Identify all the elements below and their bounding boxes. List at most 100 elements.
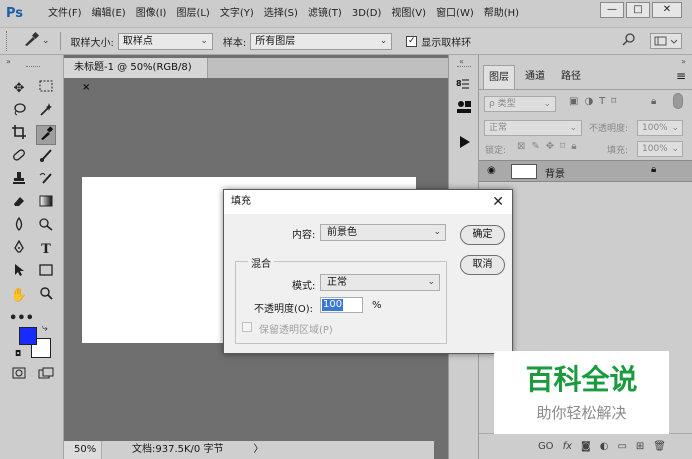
menu-edit[interactable]: 编辑(E) — [87, 0, 131, 27]
visibility-eye-icon[interactable]: ◉ — [487, 165, 496, 176]
dialog-close-icon[interactable]: ✕ — [492, 193, 504, 211]
history-panel-icon[interactable]: 8 — [456, 78, 472, 97]
filter-lock-icon[interactable]: 🔒︎ — [651, 96, 656, 107]
opacity-input[interactable]: 100 — [320, 297, 363, 313]
adjustment-layer-icon[interactable]: ◐ — [600, 441, 609, 452]
maximize-button[interactable]: □ — [626, 2, 650, 18]
menu-view[interactable]: 视图(V) — [386, 0, 431, 27]
pen-tool-icon[interactable] — [9, 239, 29, 260]
chevron-down-icon: ⌄ — [379, 35, 388, 46]
link-layers-icon[interactable]: GO — [538, 441, 554, 452]
history-brush-tool-icon[interactable] — [36, 171, 56, 191]
healing-brush-tool-icon[interactable] — [9, 148, 29, 168]
new-group-icon[interactable]: ▭ — [617, 441, 626, 452]
swap-colors-icon[interactable]: ⤷ — [42, 323, 48, 334]
blend-mode-select[interactable]: 正常 ⌄ — [484, 120, 582, 136]
foreground-color-swatch-top[interactable] — [19, 327, 37, 345]
quick-mask-icon[interactable] — [9, 366, 29, 386]
eyedropper-tool-icon[interactable] — [36, 125, 56, 145]
gradient-tool-icon[interactable] — [36, 194, 56, 214]
menu-help[interactable]: 帮助(H) — [479, 0, 524, 27]
search-icon[interactable] — [622, 32, 636, 50]
tools-panel: » ✥ T ✋ ••• ⤷ ◘ — [0, 55, 64, 459]
eyedropper-preset-icon[interactable] — [22, 31, 40, 51]
filter-toggle[interactable] — [673, 93, 683, 109]
cancel-button[interactable]: 取消 — [460, 255, 505, 275]
minimize-button[interactable]: — — [600, 2, 624, 18]
path-selection-tool-icon[interactable] — [9, 263, 29, 283]
screen-mode-icon[interactable] — [36, 366, 56, 386]
blend-group-label: 混合 — [248, 255, 274, 270]
mode-select[interactable]: 正常 ⌄ — [320, 274, 440, 291]
collapse-icon[interactable]: » — [6, 57, 11, 66]
collapse-icon[interactable]: » — [681, 57, 686, 66]
watermark-subtitle: 助你轻松解决 — [536, 404, 627, 422]
crop-tool-icon[interactable] — [9, 125, 29, 145]
content-select[interactable]: 前景色 ⌄ — [320, 224, 446, 241]
zoom-tool-icon[interactable] — [36, 286, 56, 306]
type-tool-icon[interactable]: T — [36, 240, 56, 260]
lock-icons[interactable]: ⊠✎✥⌑🔒︎ — [517, 141, 583, 152]
document-tab[interactable]: 未标题-1 @ 50%(RGB/8) × — [64, 58, 208, 93]
tab-channels[interactable]: 通道 — [519, 65, 551, 89]
filter-icons[interactable]: ▣◑T⌑ — [569, 96, 622, 107]
layer-row-background[interactable]: ◉ 背景 🔒︎ — [479, 160, 692, 182]
menu-file[interactable]: 文件(F) — [43, 0, 87, 27]
more-tools-icon[interactable]: ••• — [9, 309, 34, 329]
content-value: 前景色 — [327, 227, 357, 238]
blur-tool-icon[interactable] — [9, 216, 29, 237]
magic-wand-tool-icon[interactable] — [36, 102, 56, 122]
ok-button[interactable]: 确定 — [460, 225, 505, 245]
document-tab-bar — [208, 58, 448, 78]
collapse-icon[interactable]: « — [459, 57, 464, 66]
opacity-value: 100% — [642, 123, 668, 133]
workspace-switcher[interactable] — [650, 33, 682, 49]
dodge-tool-icon[interactable] — [36, 217, 56, 237]
chevron-down-icon: ⌄ — [427, 277, 435, 287]
menu-image[interactable]: 图像(I) — [131, 0, 172, 27]
menu-select[interactable]: 选择(S) — [259, 0, 303, 27]
fill-field[interactable]: 100% ⌄ — [637, 141, 683, 157]
document-tab-close-icon[interactable]: × — [82, 82, 90, 93]
hand-tool-icon[interactable]: ✋ — [9, 286, 29, 306]
properties-panel-icon[interactable] — [456, 99, 472, 118]
panel-menu-icon[interactable]: ≡ — [676, 69, 686, 83]
fx-icon[interactable]: fx — [563, 441, 572, 452]
tab-layers[interactable]: 图层 — [483, 65, 515, 89]
brush-tool-icon[interactable] — [36, 148, 56, 168]
menu-items: 文件(F) 编辑(E) 图像(I) 图层(L) 文字(Y) 选择(S) 滤镜(T… — [43, 0, 524, 27]
new-layer-icon[interactable]: ⊞ — [636, 441, 644, 452]
layer-name[interactable]: 背景 — [545, 165, 565, 180]
preserve-transparency-checkbox[interactable] — [242, 322, 252, 332]
mode-value: 正常 — [327, 277, 347, 288]
opacity-field[interactable]: 100% ⌄ — [637, 120, 683, 136]
add-mask-icon[interactable]: ◙ — [581, 441, 591, 452]
eraser-tool-icon[interactable] — [9, 194, 29, 214]
rectangle-tool-icon[interactable] — [36, 263, 56, 283]
preserve-transparency-label: 保留透明区域(P) — [259, 325, 333, 336]
zoom-level[interactable]: 50% — [64, 441, 102, 459]
menu-type[interactable]: 文字(Y) — [215, 0, 259, 27]
marquee-tool-icon[interactable] — [36, 79, 56, 99]
menu-window[interactable]: 窗口(W) — [431, 0, 479, 27]
show-ring-checkbox[interactable]: ✓ — [406, 35, 418, 47]
menu-layer[interactable]: 图层(L) — [171, 0, 214, 27]
watermark: 百科全说 助你轻松解决 — [494, 351, 669, 434]
default-colors-icon[interactable]: ◘ — [15, 349, 21, 358]
delete-layer-icon[interactable]: 🗑︎ — [653, 441, 666, 452]
sample-size-select[interactable]: 取样点 ⌄ — [117, 32, 213, 50]
move-tool-icon[interactable]: ✥ — [9, 79, 29, 99]
options-bar: ⌄ 取样大小: 取样点 ⌄ 样本: 所有图层 ⌄ ✓ 显示取样环 — [0, 27, 692, 55]
menu-3d[interactable]: 3D(D) — [347, 0, 387, 27]
status-menu-arrow[interactable]: 〉 — [253, 441, 263, 459]
clone-stamp-tool-icon[interactable] — [9, 171, 29, 191]
layer-filter-select[interactable]: ρ 类型 ⌄ — [484, 96, 556, 112]
menu-filter[interactable]: 滤镜(T) — [303, 0, 347, 27]
lasso-tool-icon[interactable] — [9, 102, 29, 122]
actions-panel-icon[interactable] — [457, 135, 471, 152]
sample-select[interactable]: 所有图层 ⌄ — [250, 32, 393, 50]
tab-paths[interactable]: 路径 — [555, 65, 587, 89]
preset-chevron-icon[interactable]: ⌄ — [42, 36, 50, 46]
menu-bar: Ps 文件(F) 编辑(E) 图像(I) 图层(L) 文字(Y) 选择(S) 滤… — [0, 0, 692, 27]
close-window-button[interactable]: ✕ — [652, 2, 682, 18]
